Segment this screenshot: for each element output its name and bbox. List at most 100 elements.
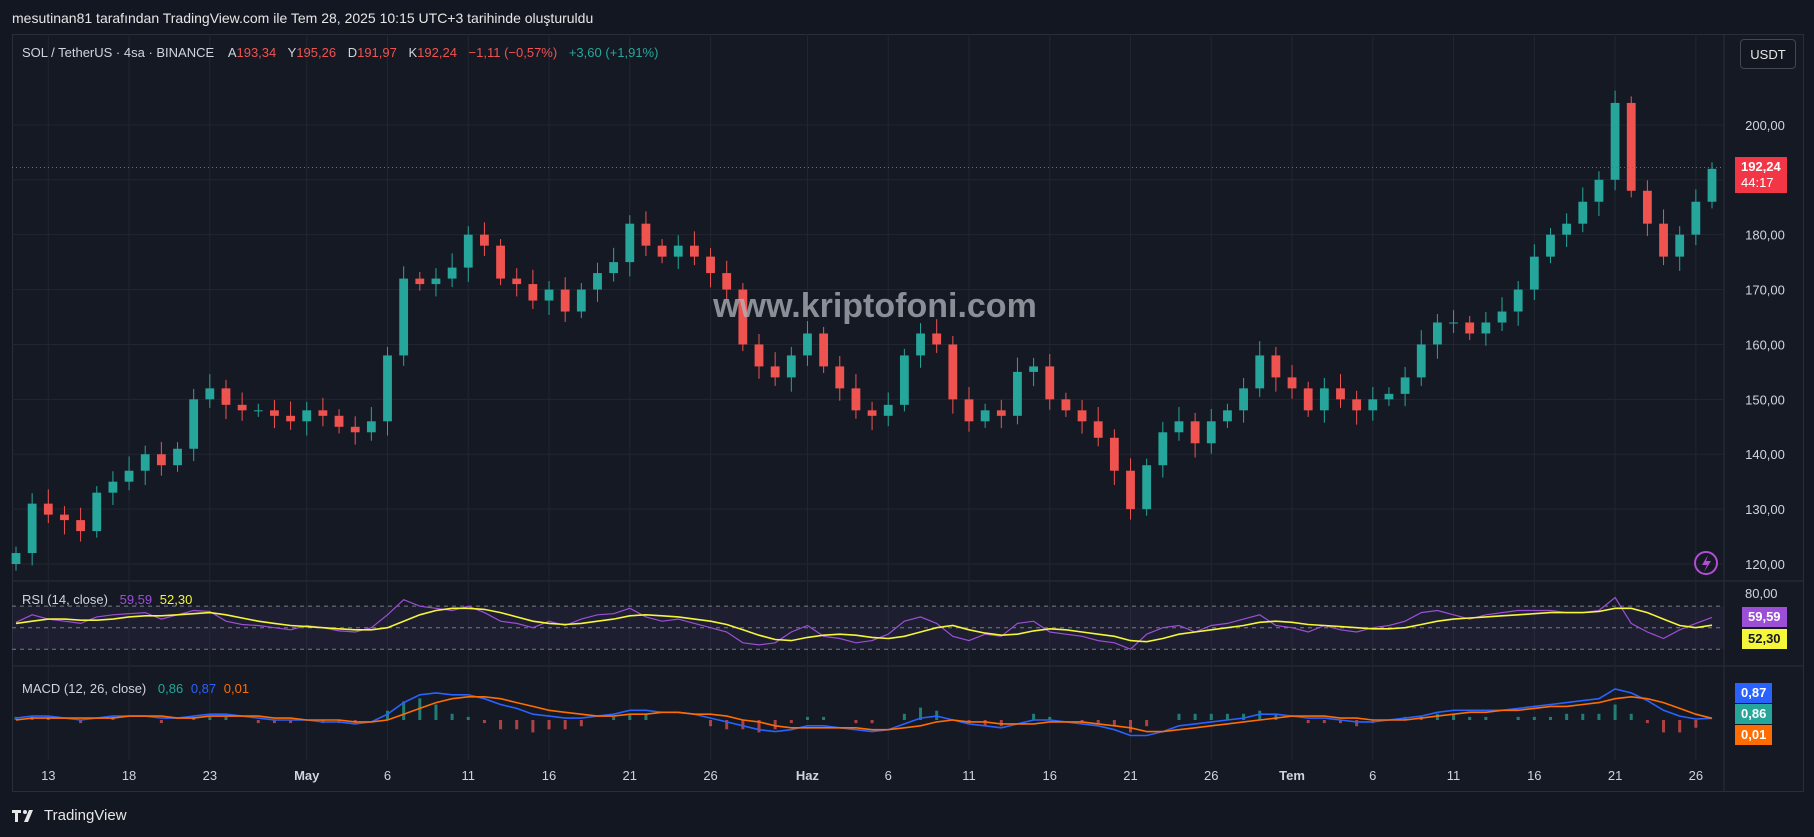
candle-body xyxy=(1206,421,1216,444)
x-tick-label: 26 xyxy=(1204,768,1218,783)
brand-name: TradingView xyxy=(44,807,127,824)
candle-body xyxy=(706,256,715,274)
candle-body xyxy=(140,454,150,471)
macd-v1: 0,86 xyxy=(157,681,184,696)
candle-body xyxy=(1384,393,1394,400)
candle-body xyxy=(560,289,570,312)
y-tick-label: 170,00 xyxy=(1745,283,1785,298)
candle-body xyxy=(480,234,489,246)
candle-body xyxy=(916,333,925,356)
time-axis[interactable]: 13 18 23 May 6 11 16 21 26 Haz 6 11 16 21 26 Tem 6 11 16 21… xyxy=(41,768,1703,783)
lightning-icon[interactable] xyxy=(1694,551,1718,575)
chart-canvas[interactable]: 200,00190,00180,00170,00160,00150,00140,… xyxy=(0,0,1814,837)
candle-body xyxy=(1642,190,1652,224)
candle-body xyxy=(496,245,505,279)
x-tick-label: 11 xyxy=(462,768,476,783)
grid-lines xyxy=(12,34,1724,760)
candle-body xyxy=(1093,421,1103,438)
candle-body xyxy=(1659,223,1668,257)
rsi-level-label: 80,00 xyxy=(1745,586,1778,601)
candle-body xyxy=(1433,322,1442,345)
candle-body xyxy=(27,503,37,554)
candle-body xyxy=(1368,399,1378,411)
watermark: www.kriptofoni.com xyxy=(712,287,1037,325)
change-value: −1,11 (−0,57%) xyxy=(468,45,558,60)
candle-body xyxy=(1223,410,1232,422)
candle-body xyxy=(1255,355,1265,389)
y-tick-label: 200,00 xyxy=(1745,118,1785,133)
high-label: Y xyxy=(287,45,297,60)
candle-body xyxy=(948,344,958,400)
x-tick-label: Haz xyxy=(796,768,820,783)
candle-body xyxy=(92,492,102,532)
x-tick-label: 6 xyxy=(1369,768,1376,783)
candle-body xyxy=(803,333,812,356)
currency-button[interactable]: USDT xyxy=(1740,39,1796,69)
candle-body xyxy=(415,278,425,285)
candle-body xyxy=(366,421,376,433)
candle-body xyxy=(318,410,328,416)
candle-body xyxy=(1626,102,1636,191)
candle-body xyxy=(1691,201,1701,235)
candle-body xyxy=(463,234,473,268)
candle-body xyxy=(1158,432,1168,466)
last-price-value: 192,24 xyxy=(1741,159,1781,174)
macd-v2: 0,87 xyxy=(190,681,217,696)
rsi-ma-value: 52,30 xyxy=(159,592,193,607)
macd-pane[interactable] xyxy=(14,688,1714,737)
candle-body xyxy=(1045,366,1055,400)
x-tick-label: 13 xyxy=(41,768,55,783)
rsi-pane[interactable] xyxy=(12,596,1724,650)
candle-body xyxy=(1303,388,1313,411)
macd-legend: MACD (12, 26, close) 0,86 0,87 0,01 xyxy=(22,681,253,696)
candle-body xyxy=(528,284,538,301)
x-tick-label: 21 xyxy=(623,768,637,783)
close-label: K xyxy=(408,45,418,60)
x-tick-label: 26 xyxy=(703,768,717,783)
symbol-legend: SOL / TetherUS · 4sa · BINANCE A193,34 Y… xyxy=(22,45,662,60)
candle-body xyxy=(899,355,909,405)
candle-body xyxy=(270,410,279,416)
candle-body xyxy=(1077,410,1087,422)
candle-body xyxy=(1562,223,1572,235)
macd-label[interactable]: MACD (12, 26, close) xyxy=(22,681,146,696)
candle-body xyxy=(383,355,392,422)
candle-body xyxy=(1449,322,1458,324)
rsi-label[interactable]: RSI (14, close) xyxy=(22,592,108,607)
candle-body xyxy=(1481,322,1491,334)
candle-body xyxy=(189,399,199,449)
candle-body xyxy=(1126,470,1135,510)
candle-body xyxy=(964,399,974,422)
macd-green-tag: 0,86 xyxy=(1735,704,1773,724)
candle-body xyxy=(593,273,602,290)
candle-body xyxy=(1497,311,1507,323)
candle-body xyxy=(1109,437,1119,471)
candle-body xyxy=(350,426,360,433)
symbol-name[interactable]: SOL / TetherUS · 4sa · BINANCE xyxy=(22,45,214,60)
candle-body xyxy=(1707,168,1717,202)
low-label: D xyxy=(347,45,358,60)
candle-body xyxy=(221,388,231,405)
candle-body xyxy=(657,245,667,257)
price-pane[interactable] xyxy=(11,90,1724,571)
x-tick-label: 21 xyxy=(1123,768,1137,783)
y-tick-label: 130,00 xyxy=(1745,502,1785,517)
candle-body xyxy=(431,278,441,285)
candle-body xyxy=(980,410,990,422)
x-tick-label: 6 xyxy=(885,768,892,783)
y-tick-label: 160,00 xyxy=(1745,337,1785,352)
x-tick-label: 23 xyxy=(203,768,217,783)
candle-body xyxy=(334,415,344,427)
candle-body xyxy=(1513,289,1523,312)
y-tick-label: 180,00 xyxy=(1745,228,1785,243)
candle-body xyxy=(76,520,86,532)
macd-orange-tag: 0,01 xyxy=(1735,725,1773,745)
high-value: 195,26 xyxy=(296,45,337,60)
candle-body xyxy=(867,410,877,416)
candle-body xyxy=(11,553,21,565)
tradingview-logo[interactable]: TradingView xyxy=(12,807,127,824)
candle-body xyxy=(1610,102,1620,180)
candle-body xyxy=(609,262,619,274)
candle-body xyxy=(819,333,829,367)
candle-body xyxy=(447,267,457,279)
